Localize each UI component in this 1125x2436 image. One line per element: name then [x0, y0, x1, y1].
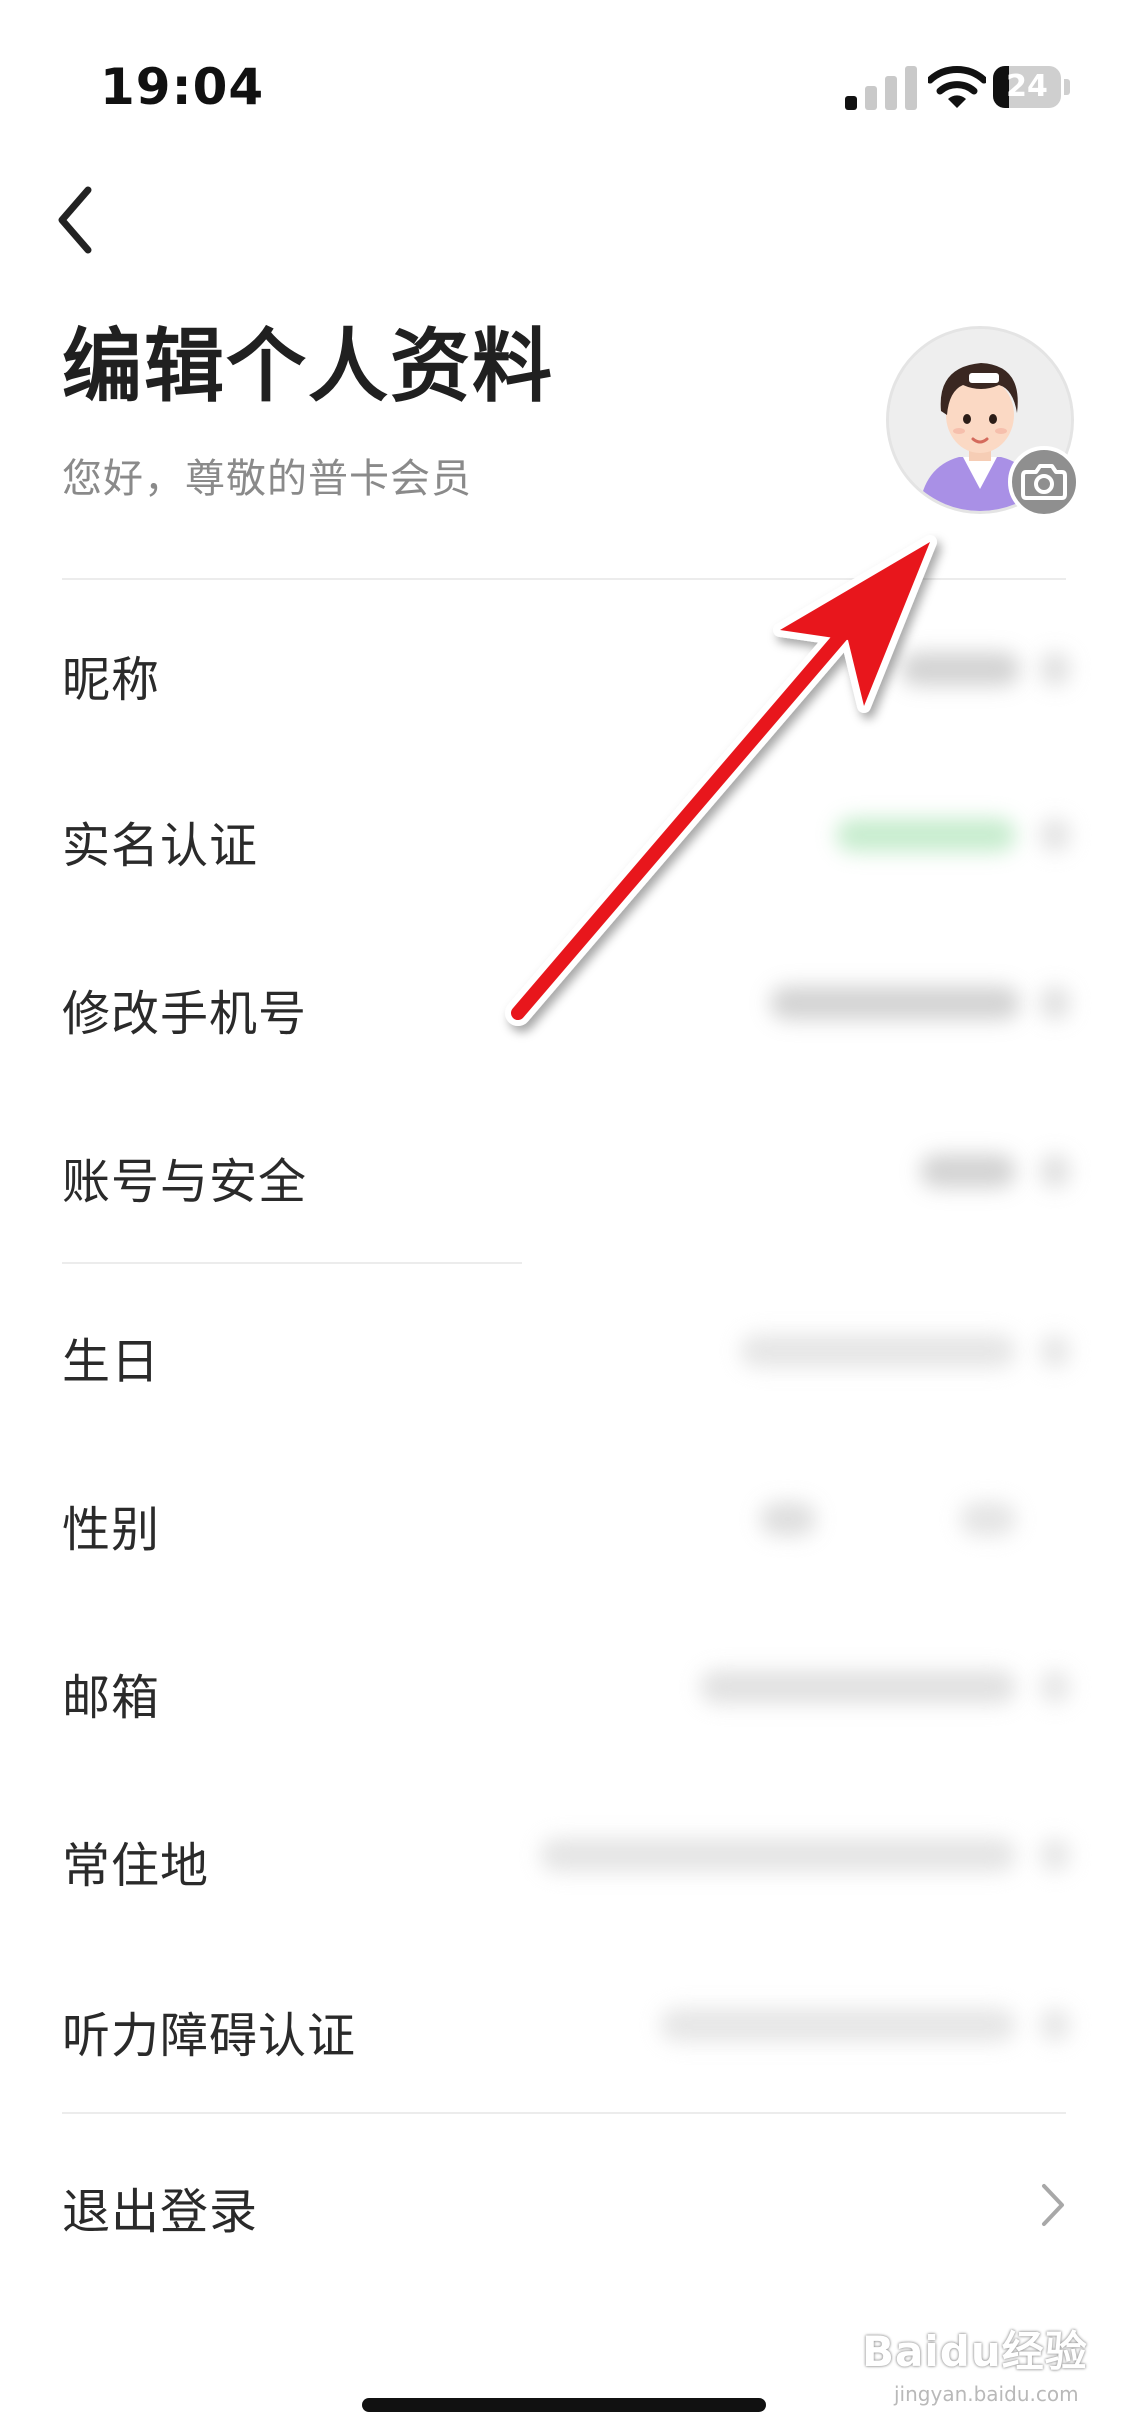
- gender-option-blurred[interactable]: [760, 1502, 816, 1536]
- chevron-right-icon: [1040, 1670, 1070, 1704]
- phone-value-blurred: [770, 986, 1020, 1020]
- residence-value-blurred: [540, 1838, 1016, 1872]
- row-gender[interactable]: 性别: [62, 1490, 160, 1560]
- row-logout[interactable]: 退出登录: [62, 2172, 258, 2242]
- row-nickname[interactable]: 昵称: [62, 640, 160, 710]
- watermark-url: jingyan.baidu.com: [894, 2382, 1079, 2406]
- battery-indicator: 24: [993, 66, 1071, 108]
- account-value-blurred: [920, 1154, 1016, 1188]
- wifi-icon: [928, 66, 986, 108]
- watermark-logo: Baidu经验: [862, 2327, 1088, 2376]
- chevron-right-icon: [1040, 1334, 1070, 1368]
- cellular-signal-icon: [845, 66, 917, 110]
- email-value-blurred: [700, 1670, 1016, 1704]
- section-divider: [62, 1262, 522, 1264]
- page-title: 编辑个人资料: [62, 320, 554, 413]
- row-change-phone[interactable]: 修改手机号: [62, 974, 307, 1044]
- row-birthday[interactable]: 生日: [62, 1322, 160, 1392]
- row-account-security[interactable]: 账号与安全: [62, 1142, 307, 1212]
- status-time: 19:04: [100, 58, 265, 116]
- chevron-right-icon: [1040, 1154, 1070, 1188]
- verification-status-blurred: [836, 818, 1016, 852]
- home-indicator[interactable]: [362, 2398, 766, 2412]
- nickname-value-blurred: [900, 652, 1020, 686]
- camera-icon: [1021, 464, 1067, 500]
- logout-divider: [62, 2112, 1066, 2114]
- birthday-value-blurred: [740, 1334, 1016, 1368]
- gender-option-blurred[interactable]: [960, 1502, 1016, 1536]
- chevron-right-icon: [1040, 2008, 1070, 2042]
- chevron-right-icon: [1040, 1838, 1070, 1872]
- battery-cap: [1064, 79, 1070, 95]
- battery-icon: 24: [993, 66, 1061, 108]
- back-button[interactable]: [48, 180, 104, 260]
- row-real-name-verification[interactable]: 实名认证: [62, 806, 258, 876]
- hearing-status-blurred: [660, 2008, 1016, 2042]
- header-divider: [62, 578, 1066, 580]
- chevron-right-icon: [1040, 652, 1070, 686]
- row-residence[interactable]: 常住地: [62, 1826, 209, 1896]
- row-email[interactable]: 邮箱: [62, 1658, 160, 1728]
- member-greeting: 您好，尊敬的普卡会员: [62, 456, 472, 502]
- battery-percent: 24: [1006, 69, 1048, 104]
- chevron-right-icon: [1042, 2184, 1064, 2226]
- change-avatar-button[interactable]: [1008, 446, 1080, 518]
- chevron-left-icon: [58, 186, 92, 254]
- chevron-right-icon: [1040, 818, 1070, 852]
- row-hearing-impairment-verification[interactable]: 听力障碍认证: [62, 1996, 356, 2066]
- chevron-right-icon: [1040, 986, 1070, 1020]
